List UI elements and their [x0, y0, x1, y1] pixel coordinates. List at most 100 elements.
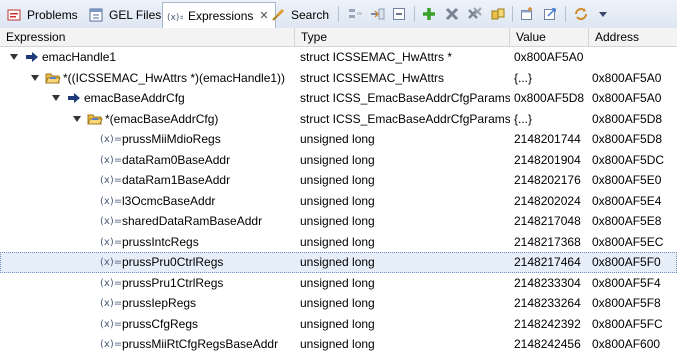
remove-all-icon[interactable]	[466, 5, 484, 23]
struct-folder-icon	[45, 71, 61, 85]
expression-cell: (x)= dataRam0BaseAddr	[0, 150, 295, 170]
address-cell: 0x800AF5FC	[592, 316, 663, 331]
column-header-value[interactable]: Value	[510, 28, 589, 46]
value-cell[interactable]: 2148217048	[514, 211, 589, 231]
value-cell[interactable]: 0x800AF5D8	[514, 88, 589, 108]
expressions-icon: (x)=	[167, 8, 187, 24]
expression-label: dataRam0BaseAddr	[122, 152, 231, 167]
expression-label: prussMiiMdioRegs	[122, 132, 221, 146]
address-cell: 0x800AF5F4	[592, 275, 661, 290]
value-cell[interactable]: 2148233264	[514, 293, 589, 313]
column-header-address[interactable]: Address	[589, 28, 677, 46]
expression-cell: (x)= prussIepRegs	[0, 293, 295, 313]
value-cell[interactable]: 2148242392	[514, 314, 589, 334]
table-row[interactable]: (x)= l3OcmcBaseAddr unsigned long 214820202…	[0, 191, 677, 212]
value-cell[interactable]: {...}	[514, 109, 589, 129]
pointer-arrow-icon	[66, 91, 82, 105]
address-cell: 0x800AF5E4	[592, 193, 662, 208]
value-cell[interactable]: 2148201904	[514, 150, 589, 170]
value-cell[interactable]: 2148217464	[514, 252, 589, 272]
export-icon[interactable]	[541, 5, 559, 23]
address-cell: 0x800AF5D8	[592, 132, 663, 146]
variable-icon: (x)=	[100, 298, 123, 309]
expression-cell: (x)= sharedDataRamBaseAddr	[0, 211, 295, 231]
expression-cell: emacHandle1	[0, 47, 295, 67]
address-cell	[592, 47, 677, 67]
type-cell: unsigned long	[300, 193, 375, 208]
variable-icon: (x)=	[100, 277, 123, 289]
table-row[interactable]: (x)= prussPru0CtrlRegs unsigned long 214821…	[0, 252, 677, 273]
value-cell[interactable]: {...}	[514, 68, 589, 88]
view-menu-icon[interactable]	[594, 5, 612, 23]
table-row[interactable]: (x)= prussIntcRegs unsigned long 2148217368…	[0, 232, 677, 253]
address-cell: 0x800AF600	[592, 337, 661, 351]
type-cell: unsigned long	[300, 152, 375, 167]
expression-cell: (x)= prussCfgRegs	[0, 314, 295, 334]
expand-toggle-icon[interactable]	[73, 115, 81, 122]
expression-cell: emacBaseAddrCfg	[0, 88, 295, 108]
value-cell[interactable]: 0x800AF5A0	[514, 47, 589, 67]
tab-expressions[interactable]: (x)= Expressions ✕	[162, 2, 276, 28]
expressions-tree: emacHandle1 struct ICSSEMAC_HwAttrs * 0x80…	[0, 47, 677, 355]
value-cell[interactable]: 2148202176	[514, 170, 589, 190]
expand-toggle-icon[interactable]	[52, 95, 60, 101]
search-icon	[270, 7, 286, 23]
type-cell: struct ICSS_EmacBaseAddrCfgParams	[300, 111, 510, 126]
struct-folder-icon	[87, 112, 103, 126]
tab-problems[interactable]: Problems	[2, 3, 84, 27]
new-window-icon[interactable]	[518, 5, 536, 23]
table-row[interactable]: (x)= sharedDataRamBaseAddr unsigned long 21…	[0, 211, 677, 232]
table-row[interactable]: (x)= dataRam1BaseAddr unsigned long 2148202…	[0, 170, 677, 191]
table-row[interactable]: *(emacBaseAddrCfg) struct ICSS_EmacBaseAd…	[0, 109, 677, 130]
expand-toggle-icon[interactable]	[31, 74, 39, 81]
sync-icon[interactable]	[572, 5, 590, 23]
variable-icon: (x)=	[100, 175, 123, 186]
type-cell: unsigned long	[300, 214, 375, 228]
show-type-names-icon[interactable]	[346, 5, 364, 23]
column-header-expression[interactable]: Expression	[0, 28, 295, 46]
address-cell: 0x800AF5DC	[592, 152, 665, 167]
address-cell: 0x800AF5A0	[592, 70, 662, 85]
add-expression-icon[interactable]	[420, 5, 438, 23]
table-row[interactable]: emacBaseAddrCfg struct ICSS_EmacBaseAddrC…	[0, 88, 677, 109]
expression-cell: (x)= dataRam1BaseAddr	[0, 170, 295, 190]
expression-label: l3OcmcBaseAddr	[122, 193, 216, 208]
refresh-icon[interactable]	[489, 5, 507, 23]
tab-search[interactable]: Search	[266, 3, 335, 27]
table-row[interactable]: (x)= prussMiiRtCfgRegsBaseAddr unsigned lo…	[0, 334, 677, 355]
value-cell[interactable]: 2148242456	[514, 334, 589, 354]
address-cell: 0x800AF5D8	[592, 111, 663, 126]
remove-expression-icon[interactable]	[443, 5, 461, 23]
expand-toggle-icon[interactable]	[10, 54, 18, 60]
table-row[interactable]: (x)= prussCfgRegs unsigned long 2148242392 0…	[0, 314, 677, 335]
table-row[interactable]: (x)= dataRam0BaseAddr unsigned long 2148201…	[0, 150, 677, 171]
table-row[interactable]: *((ICSSEMAC_HwAttrs *)(emacHandle1)) stru…	[0, 68, 677, 89]
toolbar-separator	[338, 6, 339, 22]
address-cell: 0x800AF5EC	[592, 234, 664, 249]
value-cell[interactable]: 2148202024	[514, 191, 589, 211]
expression-cell: (x)= prussPru0CtrlRegs	[0, 252, 295, 272]
collapse-icon[interactable]	[390, 5, 408, 23]
tab-gel-files[interactable]: GEL Files	[84, 3, 167, 27]
variable-icon: (x)=	[100, 134, 123, 145]
pointer-arrow-icon	[24, 50, 40, 64]
expression-cell: (x)= prussPru1CtrlRegs	[0, 273, 295, 293]
collapse-all-icon[interactable]	[368, 5, 386, 23]
expression-label: prussIepRegs	[122, 296, 197, 310]
value-cell[interactable]: 2148217368	[514, 232, 589, 252]
column-header-type[interactable]: Type	[295, 28, 510, 46]
gel-files-icon	[88, 7, 104, 23]
expression-label: prussCfgRegs	[122, 316, 199, 331]
table-row[interactable]: emacHandle1 struct ICSSEMAC_HwAttrs * 0x80…	[0, 47, 677, 68]
value-cell[interactable]: 2148233304	[514, 273, 589, 293]
value-cell[interactable]: 2148201744	[514, 129, 589, 149]
table-row[interactable]: (x)= prussMiiMdioRegs unsigned long 2148201…	[0, 129, 677, 150]
table-row[interactable]: (x)= prussIepRegs unsigned long 2148233264 0…	[0, 293, 677, 314]
variable-icon: (x)=	[100, 339, 123, 350]
type-cell: unsigned long	[300, 316, 375, 331]
type-cell: struct ICSSEMAC_HwAttrs	[300, 70, 445, 85]
expression-cell: (x)= prussIntcRegs	[0, 232, 295, 252]
expression-label: emacHandle1	[42, 50, 117, 64]
table-row[interactable]: (x)= prussPru1CtrlRegs unsigned long 214823…	[0, 273, 677, 294]
view-tab-bar: Problems GEL Files (x)= Expressions ✕ Se…	[0, 0, 677, 29]
